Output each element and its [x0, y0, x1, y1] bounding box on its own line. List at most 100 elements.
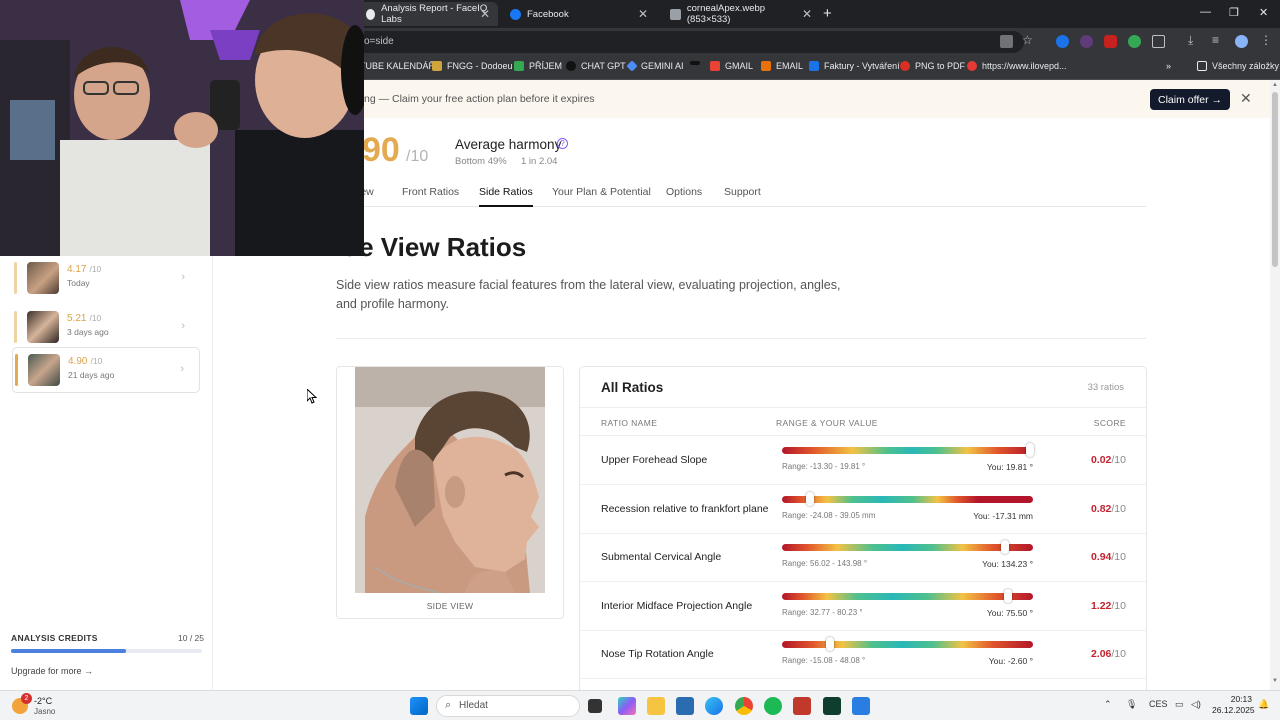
tab-options[interactable]: Options — [666, 186, 702, 198]
ratio-row[interactable]: Nose Tip Rotation Angle Range: -15.08 - 4… — [580, 630, 1146, 680]
bookmark-item[interactable] — [690, 61, 705, 65]
credits-progress-fill — [11, 649, 126, 653]
translate-icon[interactable] — [1000, 35, 1013, 48]
taskbar-search-box[interactable]: ⌕ Hledat — [436, 695, 580, 717]
minimize-icon[interactable]: — — [1200, 6, 1211, 18]
file-explorer-icon[interactable] — [647, 697, 665, 715]
more-bookmarks-icon[interactable]: » — [1166, 61, 1171, 71]
column-header-score: SCORE — [1093, 418, 1126, 428]
battery-icon[interactable]: . — [1202, 699, 1205, 709]
page-scrollbar[interactable]: ▲ ▼ — [1270, 80, 1280, 690]
ratios-title: All Ratios — [601, 380, 664, 395]
ratio-value-marker — [1026, 443, 1035, 457]
bookmark-item[interactable]: TUBE KALENDÁŘ — [360, 61, 435, 71]
tab-facebook[interactable]: Facebook ✕ — [500, 2, 656, 26]
network-icon[interactable]: ▭ — [1175, 699, 1184, 710]
ratio-range-bar — [782, 495, 1033, 503]
ratio-score: 0.94/10 — [1090, 551, 1126, 564]
task-view-icon[interactable] — [588, 699, 602, 713]
profile-avatar-icon[interactable] — [1235, 35, 1248, 48]
scroll-down-icon[interactable]: ▼ — [1272, 678, 1278, 684]
tab-analysis-report[interactable]: Analysis Report - FaceIQ Labs ✕ — [356, 2, 498, 26]
input-language[interactable]: CES — [1149, 699, 1168, 709]
tab-title: cornealApex.webp (853×533) — [686, 3, 766, 25]
ratio-range: Range: -15.08 - 48.08 ° — [782, 656, 866, 666]
new-tab-icon[interactable]: + — [823, 5, 832, 22]
media-queue-icon[interactable]: ≡ — [1212, 33, 1225, 47]
claim-offer-button[interactable]: Claim offer → — [1150, 89, 1230, 110]
url-input[interactable]: o=side — [352, 31, 1024, 53]
bookmark-item[interactable]: Faktury - Vytváření — [809, 61, 900, 71]
page-description: Side view ratios measure facial features… — [336, 278, 841, 311]
bookmark-item[interactable]: PNG to PDF — [900, 61, 965, 71]
scroll-up-icon[interactable]: ▲ — [1272, 82, 1278, 88]
notepad-icon[interactable] — [852, 697, 870, 715]
volume-icon[interactable]: ◁) — [1191, 699, 1201, 710]
notifications-icon[interactable]: 🔔 — [1258, 699, 1269, 710]
ratio-name: Nose Tip Rotation Angle — [601, 648, 714, 661]
windows-start-icon[interactable] — [410, 697, 428, 715]
history-item[interactable]: 4.17/10 Today › — [12, 256, 200, 302]
extension-icon[interactable] — [1080, 35, 1093, 48]
bookmark-item[interactable]: EMAIL — [761, 61, 803, 71]
browser-menu-icon[interactable]: ⋮ — [1260, 33, 1273, 47]
download-icon[interactable]: ⤓ — [1188, 33, 1201, 47]
chrome-browser-icon[interactable] — [735, 697, 753, 715]
help-icon[interactable]: ? — [557, 138, 568, 149]
tray-overflow-icon[interactable]: ⌃ — [1104, 699, 1112, 710]
image-favicon-icon — [670, 8, 681, 20]
ratio-row[interactable]: Interior Midface Projection Angle Range: … — [580, 582, 1146, 631]
ratio-your-value: You: 134.23 ° — [982, 559, 1033, 570]
bookmark-item[interactable]: FNGG - Dodoeu — [432, 61, 513, 71]
microphone-icon[interactable]: 🎙 — [1126, 699, 1137, 710]
close-window-icon[interactable]: ✕ — [1259, 6, 1268, 19]
credits-label: ANALYSIS CREDITS — [11, 633, 98, 643]
history-item[interactable]: 5.21/10 3 days ago › — [12, 305, 200, 351]
column-header-range: RANGE & YOUR VALUE — [776, 418, 878, 428]
tab-plan-potential[interactable]: Your Plan & Potential — [552, 186, 651, 198]
bookmark-item[interactable]: https://www.ilovepd... — [967, 61, 1067, 71]
upgrade-link[interactable]: Upgrade for more → — [11, 666, 93, 676]
extension-icon[interactable] — [1128, 35, 1141, 48]
tab-cornealapex-image[interactable]: cornealApex.webp (853×533) ✕ — [660, 2, 820, 26]
side-profile-photo[interactable] — [355, 367, 545, 593]
ratio-row[interactable]: Recession relative to frankfort plane Ran… — [580, 485, 1146, 534]
terminal-icon[interactable] — [823, 697, 841, 715]
scrollbar-thumb[interactable] — [1272, 92, 1278, 267]
restore-icon[interactable]: ❐ — [1229, 6, 1239, 19]
tab-title: Analysis Report - FaceIQ Labs — [381, 3, 488, 25]
ratio-row[interactable]: Upper Forehead Slope Range: -13.30 - 19.8… — [580, 436, 1146, 485]
history-date: Today — [67, 278, 90, 288]
ratio-row[interactable]: Submental Cervical Angle Range: 56.02 - 1… — [580, 533, 1146, 583]
ratio-range-bar — [782, 592, 1033, 600]
copilot-icon[interactable] — [618, 697, 636, 715]
gmail-favicon-icon — [710, 61, 720, 71]
edge-browser-icon[interactable] — [705, 697, 723, 715]
bookmark-item[interactable]: PŘÍJEM — [514, 61, 562, 71]
mail-app-icon[interactable] — [676, 697, 694, 715]
extensions-puzzle-icon[interactable] — [1152, 35, 1165, 48]
webcam-overlay — [0, 0, 364, 256]
tab-support[interactable]: Support — [724, 186, 761, 198]
close-tab-icon[interactable]: ✕ — [802, 7, 812, 21]
star-bookmark-icon[interactable]: ☆ — [1022, 33, 1035, 47]
bookmark-item[interactable]: CHAT GPT — [566, 61, 626, 71]
extension-icon[interactable] — [1056, 35, 1069, 48]
tab-side-ratios[interactable]: Side Ratios — [479, 186, 533, 207]
close-icon[interactable]: ✕ — [1240, 90, 1252, 107]
tab-front-ratios[interactable]: Front Ratios — [402, 186, 459, 198]
weather-condition: Jasno — [34, 707, 56, 716]
bookmark-item[interactable]: GEMINI AI — [626, 60, 684, 72]
bookmark-folder[interactable]: Všechny záložky — [1197, 61, 1279, 71]
history-item-selected[interactable]: 4.90/10 21 days ago › — [12, 347, 200, 393]
extension-icon[interactable] — [1104, 35, 1117, 48]
ratio-range: Range: 32.77 - 80.23 ° — [782, 607, 863, 617]
spotify-icon[interactable] — [764, 697, 782, 715]
ratio-name: Submental Cervical Angle — [601, 551, 722, 564]
bookmark-item[interactable]: GMAIL — [710, 61, 753, 71]
app-icon[interactable] — [793, 697, 811, 715]
close-tab-icon[interactable]: ✕ — [480, 7, 490, 21]
system-clock[interactable]: 20:13 26.12.2025 — [1212, 694, 1255, 716]
close-tab-icon[interactable]: ✕ — [638, 7, 648, 21]
ratios-table-header: RATIO NAME RANGE & YOUR VALUE SCORE — [580, 407, 1146, 436]
